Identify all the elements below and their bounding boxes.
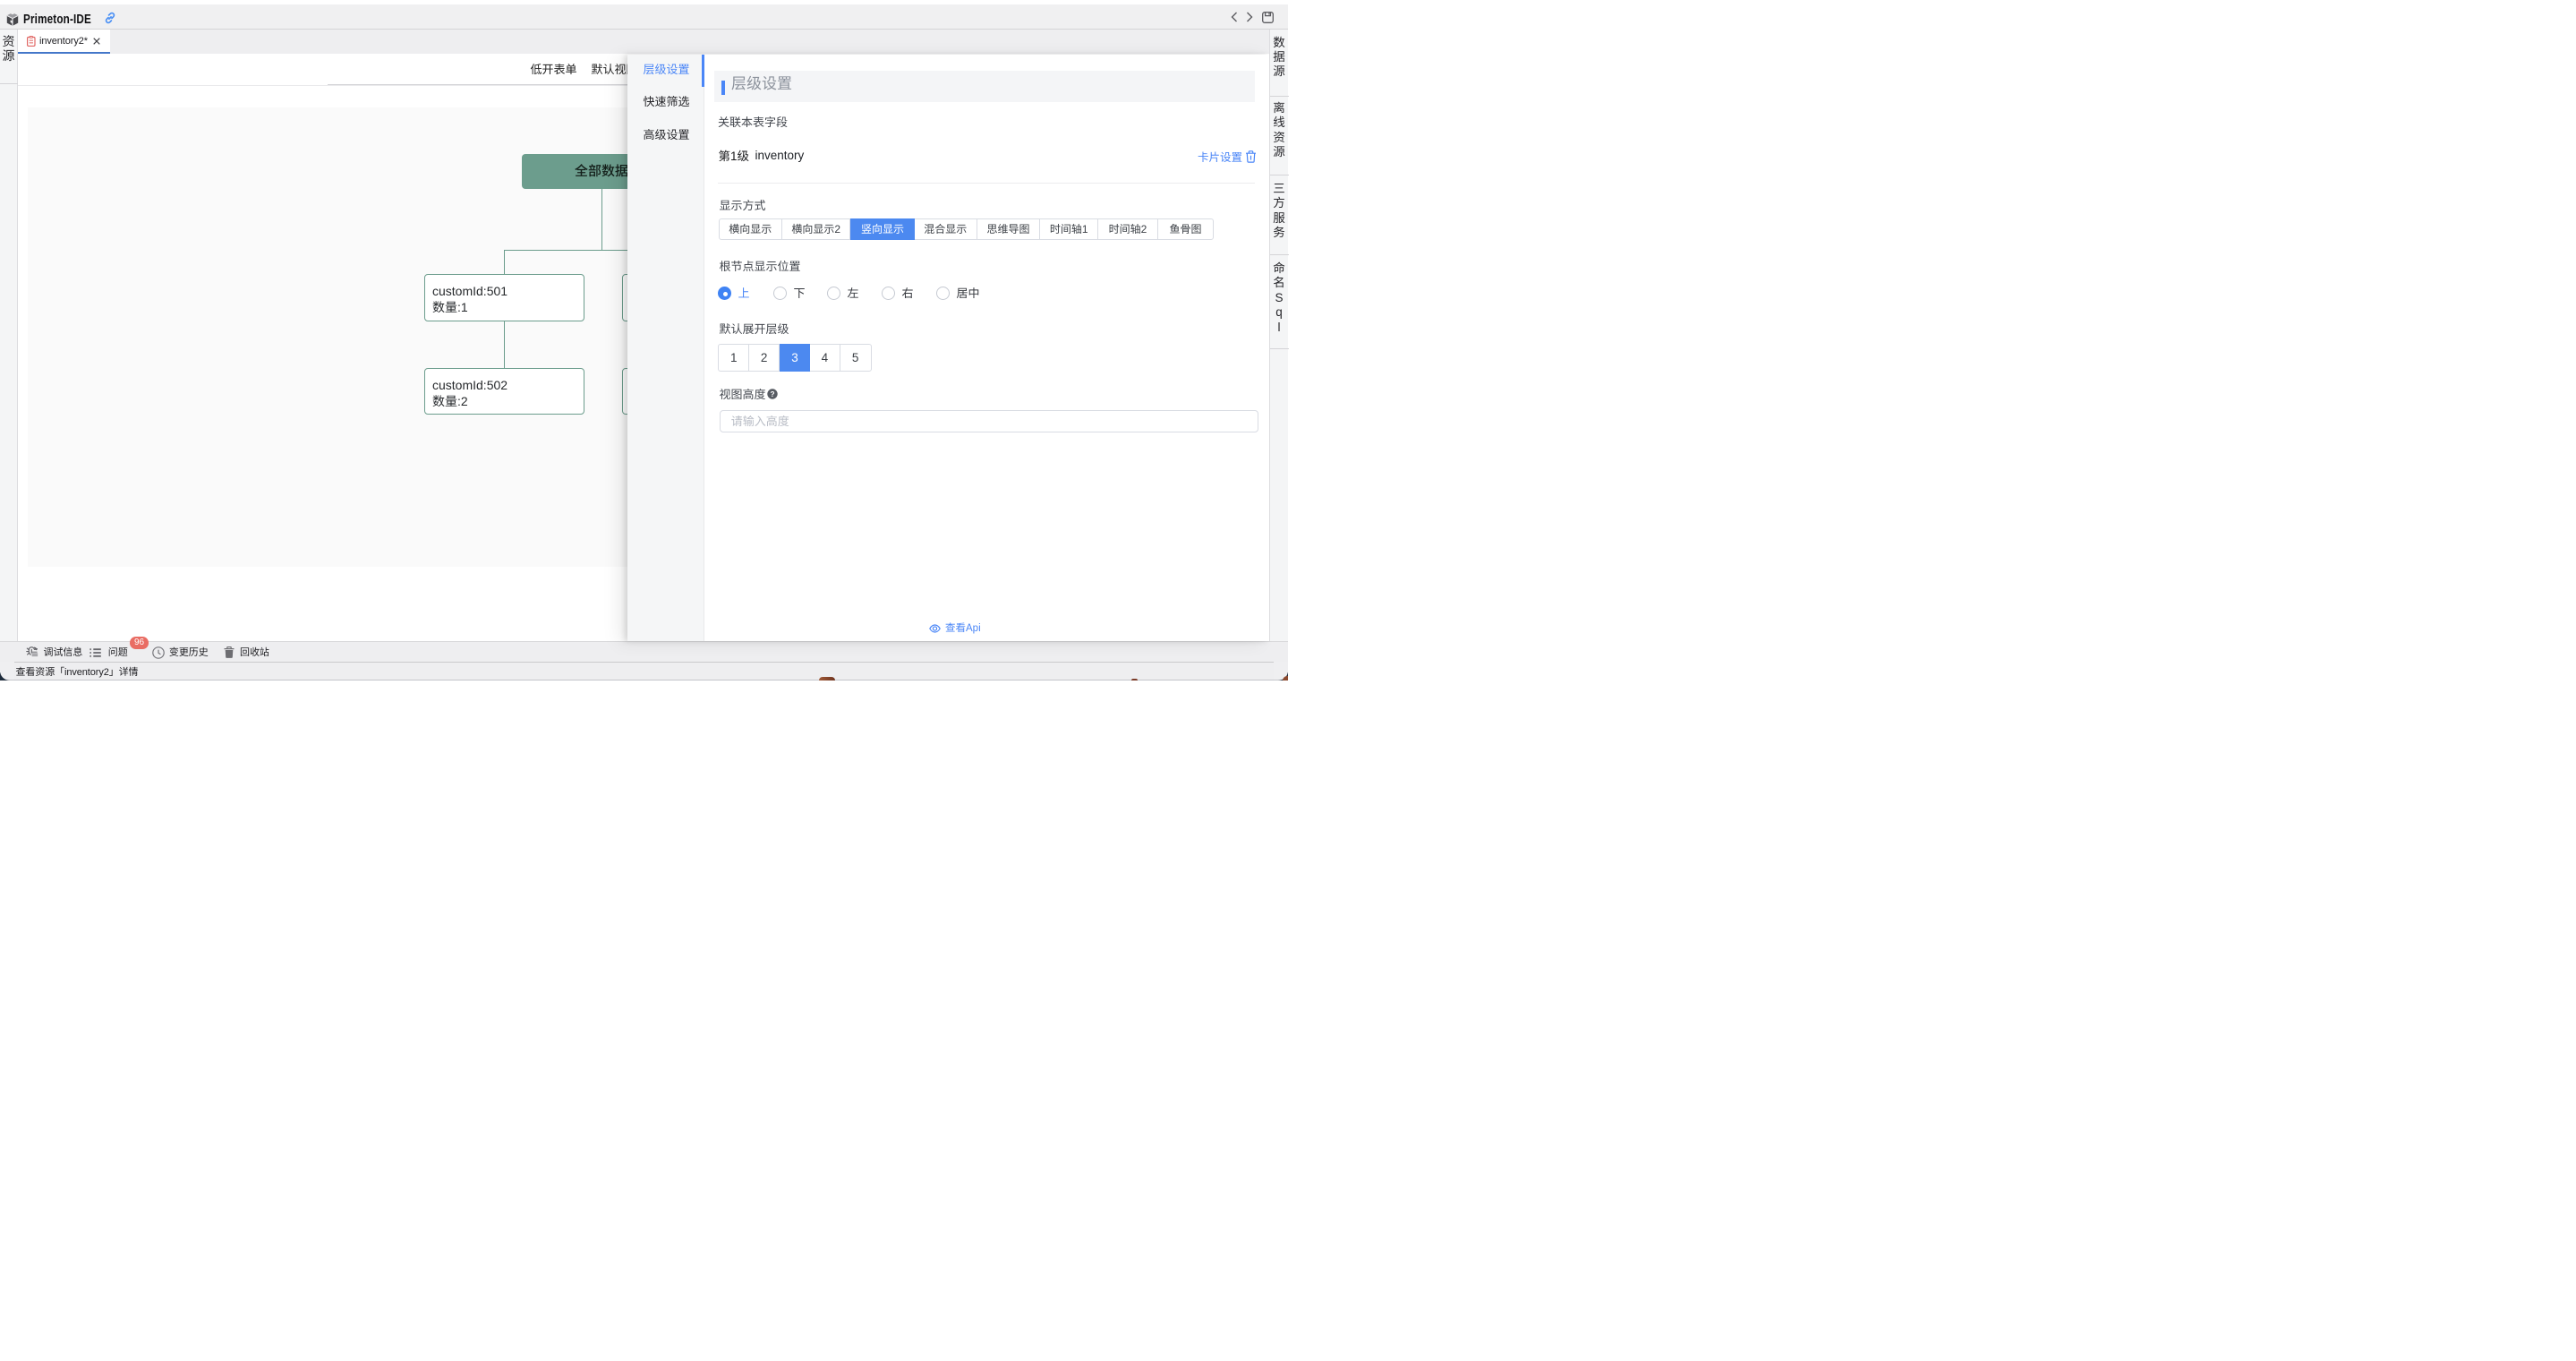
svg-text:?: ? (770, 389, 774, 398)
